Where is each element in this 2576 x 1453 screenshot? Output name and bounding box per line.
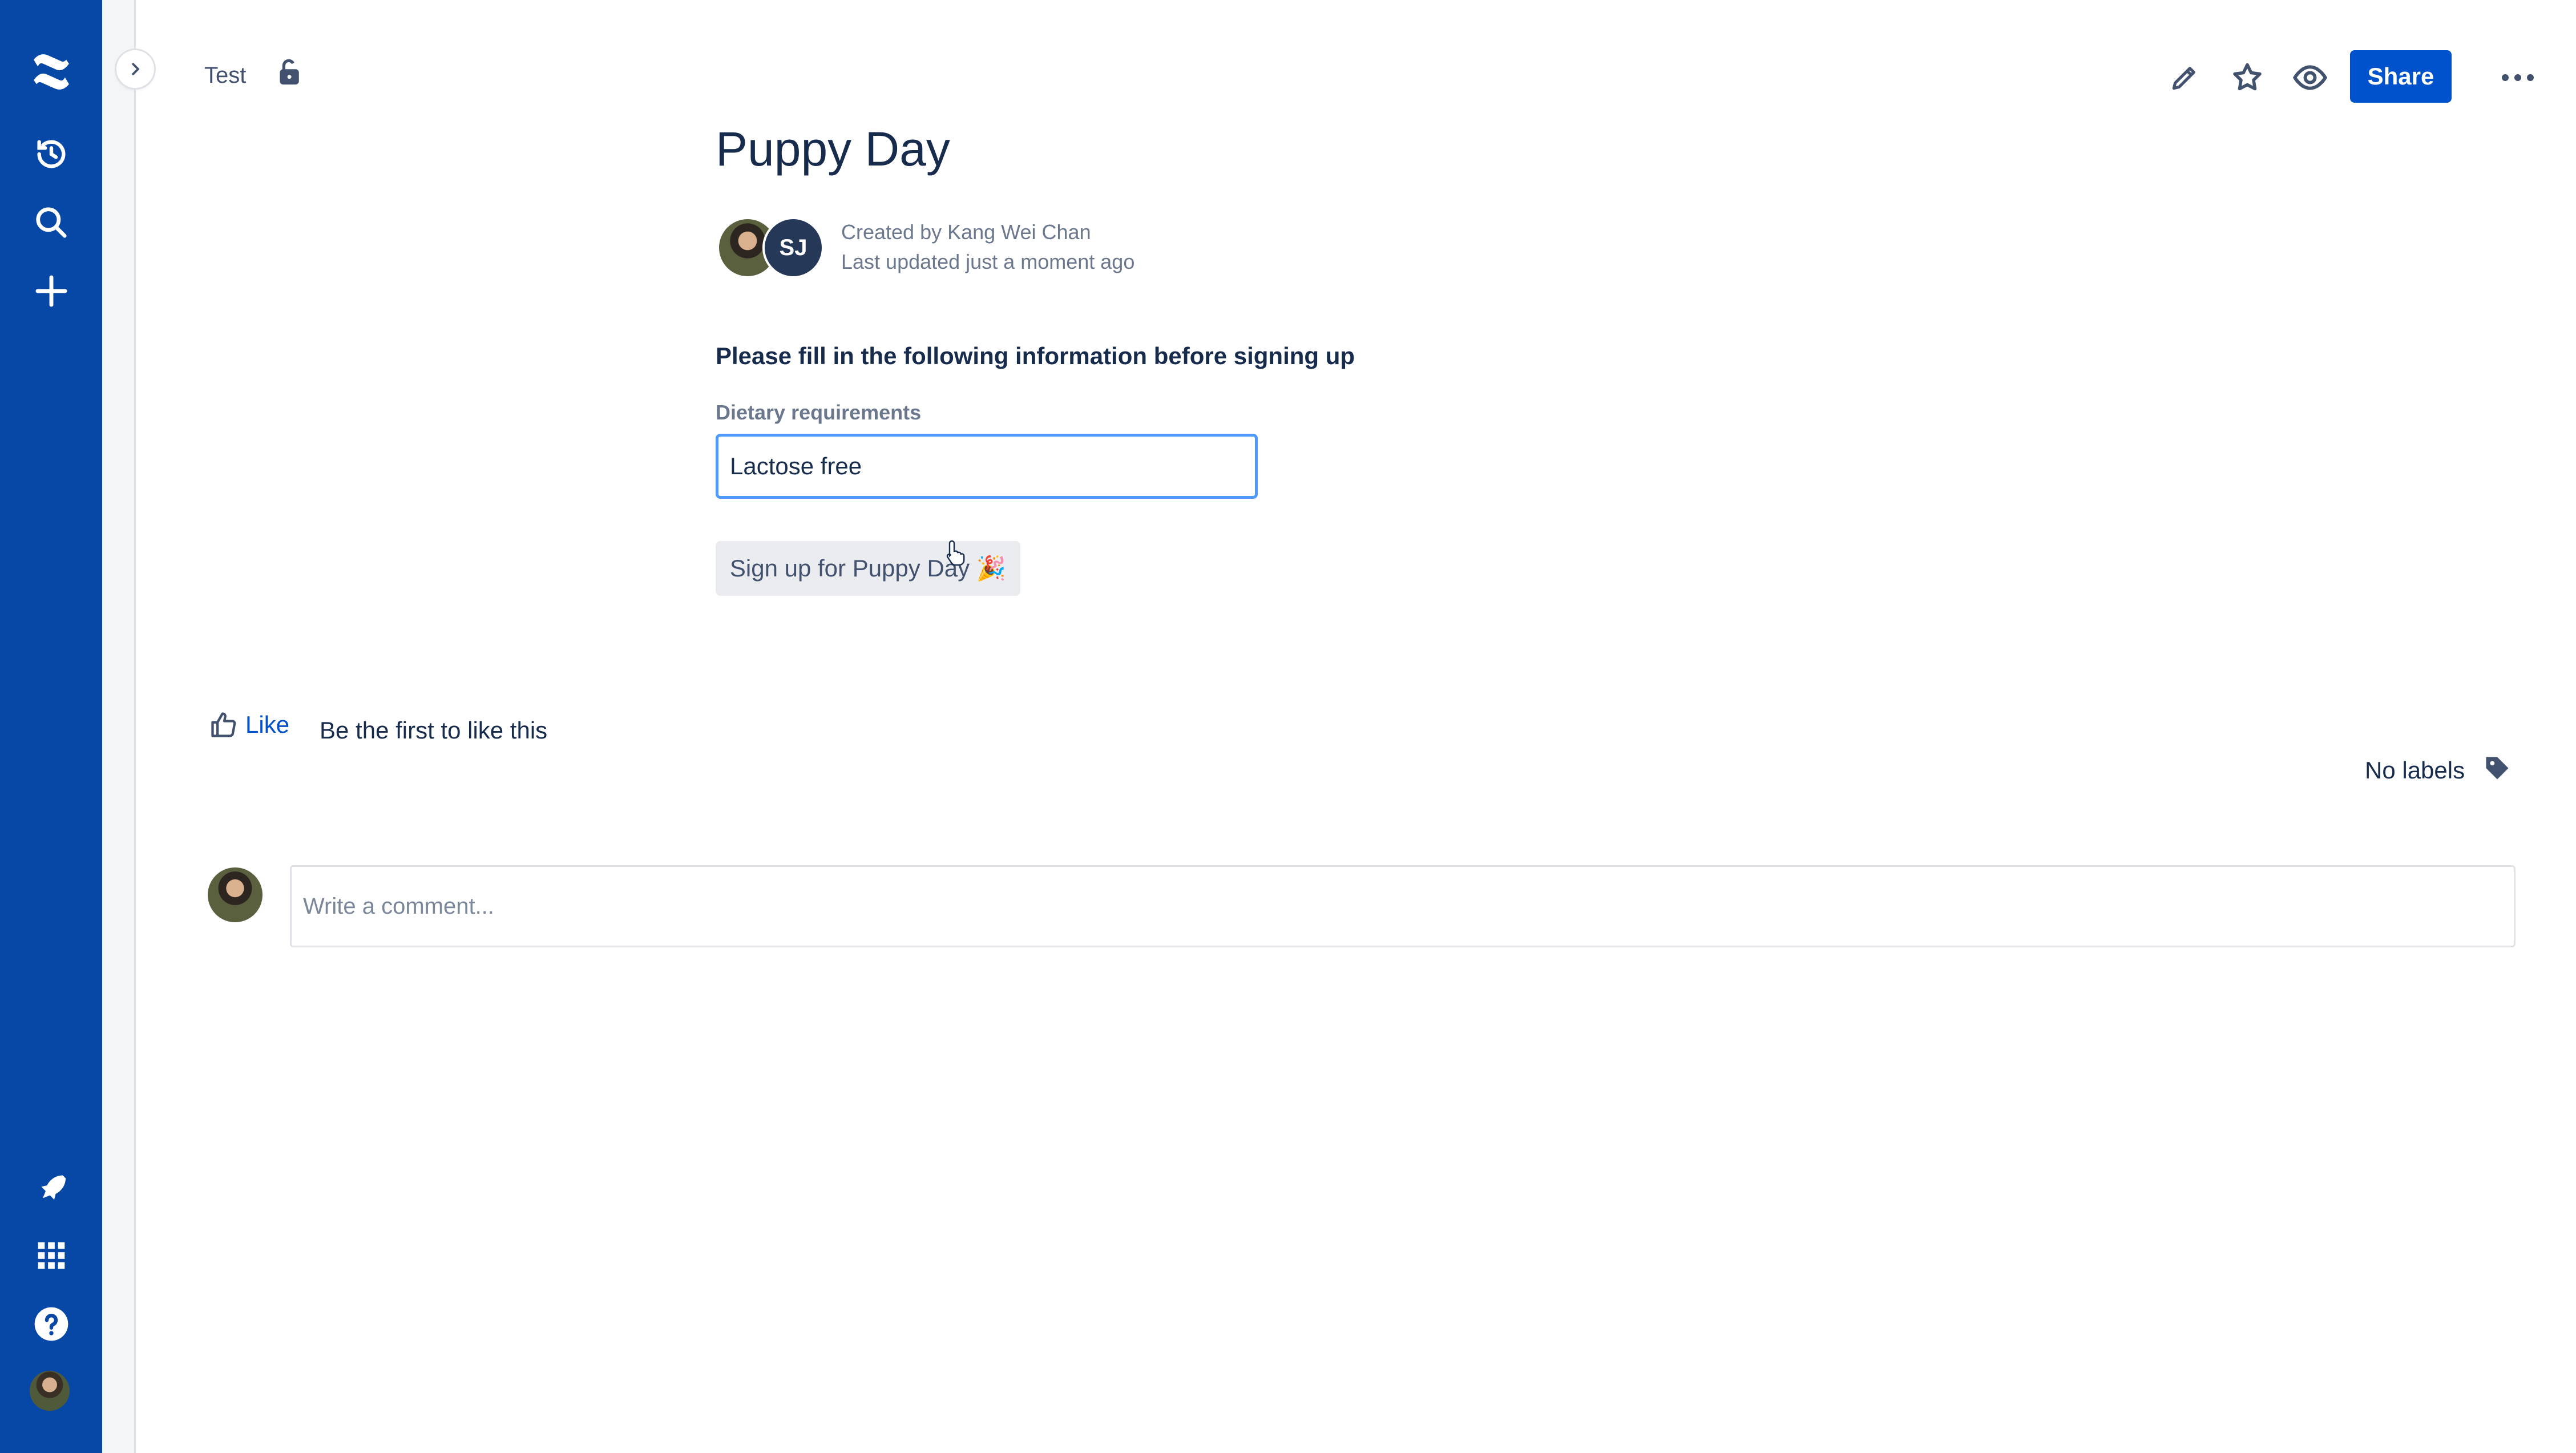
sign-up-button[interactable]: Sign up for Puppy Day 🎉 <box>716 541 1020 596</box>
confluence-logo-icon[interactable] <box>25 46 78 98</box>
expand-sidebar-button[interactable] <box>116 50 154 88</box>
search-icon[interactable] <box>25 196 78 249</box>
comment-input[interactable] <box>290 865 2516 947</box>
sidebar-collapsed-panel <box>102 0 136 1453</box>
thumbs-up-icon <box>211 712 236 737</box>
unlocked-restrictions-icon[interactable] <box>274 57 304 90</box>
chevron-right-icon <box>132 63 140 75</box>
global-sidebar <box>0 0 102 1453</box>
form-heading: Please fill in the following information… <box>716 342 1355 369</box>
tag-icon[interactable] <box>2482 753 2512 786</box>
last-updated-text: Last updated just a moment ago <box>841 250 1135 273</box>
help-icon[interactable] <box>25 1298 78 1350</box>
star-icon[interactable] <box>2220 50 2275 105</box>
labels-text: No labels <box>2365 757 2465 784</box>
dietary-requirements-label: Dietary requirements <box>716 401 922 424</box>
like-link[interactable]: Like <box>245 711 289 738</box>
create-icon[interactable] <box>25 265 78 317</box>
more-icon[interactable] <box>2490 50 2545 105</box>
hand-cursor-icon <box>945 539 968 569</box>
like-button[interactable]: Like <box>209 710 289 740</box>
notifications-rocket-icon[interactable] <box>25 1162 78 1214</box>
profile-avatar[interactable] <box>30 1371 70 1411</box>
edit-icon[interactable] <box>2157 50 2212 105</box>
share-button[interactable]: Share <box>2350 50 2452 103</box>
app-switcher-icon[interactable] <box>25 1229 78 1282</box>
commenter-avatar <box>208 867 263 922</box>
like-status-text: Be the first to like this <box>320 717 548 744</box>
breadcrumb[interactable]: Test <box>204 63 246 88</box>
dietary-requirements-input[interactable] <box>716 434 1258 499</box>
watch-icon[interactable] <box>2283 50 2337 105</box>
created-by-text: Created by Kang Wei Chan <box>841 220 1091 244</box>
contributor-avatar[interactable]: SJ <box>762 217 824 279</box>
page-title: Puppy Day <box>716 122 950 176</box>
recent-icon[interactable] <box>25 128 78 180</box>
